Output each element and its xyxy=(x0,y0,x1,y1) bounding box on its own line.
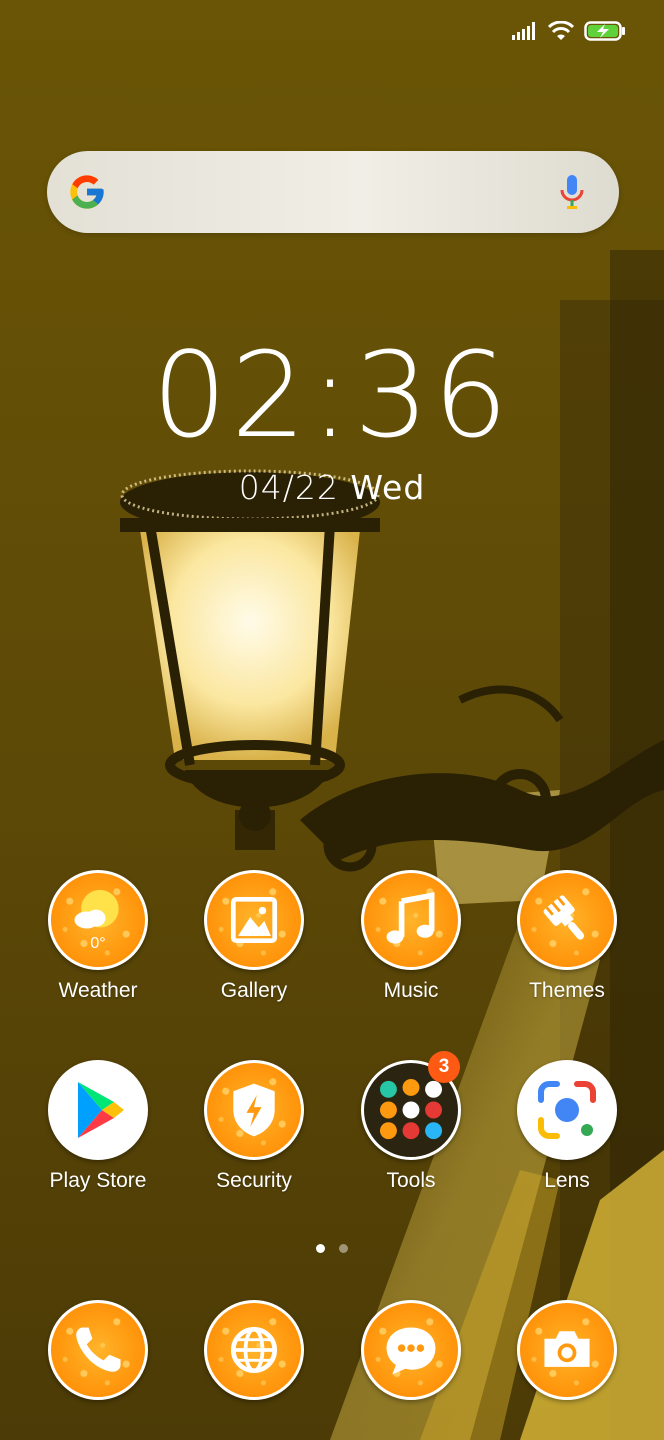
dock-camera[interactable] xyxy=(489,1300,645,1400)
date-month-day: 04/22 xyxy=(238,468,339,507)
clock-time[interactable]: 02:36 xyxy=(0,336,664,454)
messages-icon xyxy=(361,1300,461,1400)
app-lens[interactable]: Lens xyxy=(489,1060,645,1193)
paintbrush-icon xyxy=(517,870,617,970)
browser-globe-icon xyxy=(204,1300,304,1400)
battery-charging-icon xyxy=(584,21,625,41)
lens-icon xyxy=(517,1060,617,1160)
app-play-store[interactable]: Play Store xyxy=(20,1060,176,1193)
gallery-icon xyxy=(204,870,304,970)
page-indicator[interactable] xyxy=(0,1244,664,1253)
app-gallery[interactable]: Gallery xyxy=(176,870,332,1003)
app-label: Lens xyxy=(544,1169,590,1192)
google-search-bar[interactable] xyxy=(47,151,619,233)
app-label: Play Store xyxy=(49,1169,147,1192)
app-weather[interactable]: 0° Weather xyxy=(20,870,176,1003)
page-dot-active[interactable] xyxy=(316,1244,325,1253)
status-bar xyxy=(512,14,626,48)
app-folder-tools[interactable]: 3 Tools xyxy=(333,1051,489,1193)
folder-icon: 3 xyxy=(361,1051,461,1160)
app-music[interactable]: Music xyxy=(333,870,489,1003)
weather-temp: 0° xyxy=(90,935,106,952)
app-themes[interactable]: Themes xyxy=(489,870,645,1003)
app-label: Weather xyxy=(58,979,138,1002)
app-label: Security xyxy=(216,1169,292,1192)
signal-bars-icon xyxy=(512,22,535,40)
app-label: Themes xyxy=(529,979,605,1002)
notification-badge: 3 xyxy=(428,1051,460,1083)
weather-icon: 0° xyxy=(48,870,148,970)
music-note-icon xyxy=(361,870,461,970)
app-security[interactable]: Security xyxy=(176,1060,332,1193)
phone-icon xyxy=(48,1300,148,1400)
microphone-icon[interactable] xyxy=(559,173,585,213)
dock-phone[interactable] xyxy=(20,1300,176,1400)
app-label: Music xyxy=(383,979,439,1002)
security-shield-icon xyxy=(204,1060,304,1160)
page-dot[interactable] xyxy=(339,1244,348,1253)
play-store-icon xyxy=(48,1060,148,1160)
clock-date: 04/22 Wed xyxy=(0,468,664,508)
dock-browser[interactable] xyxy=(176,1300,332,1400)
app-label: Tools xyxy=(386,1169,436,1192)
camera-icon xyxy=(517,1300,617,1400)
app-label: Gallery xyxy=(220,979,288,1002)
wifi-icon xyxy=(548,21,574,40)
dock-messages[interactable] xyxy=(333,1300,489,1400)
date-weekday: Wed xyxy=(350,468,426,507)
google-g-icon xyxy=(70,175,104,209)
